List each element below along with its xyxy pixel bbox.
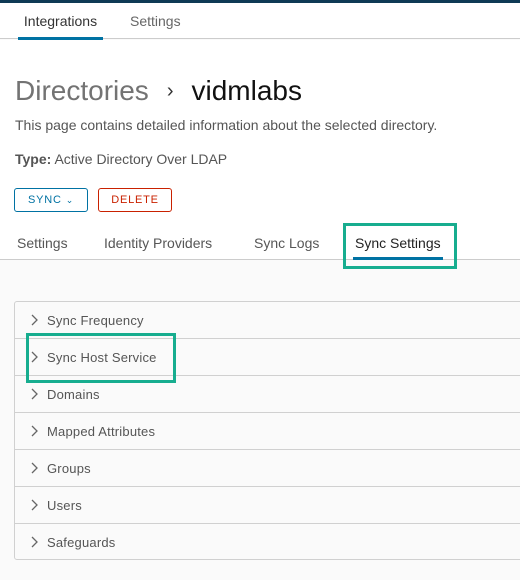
accordion-item-users[interactable]: Users	[15, 487, 520, 524]
accordion-label: Sync Frequency	[47, 313, 144, 328]
sync-button[interactable]: SYNC ⌄	[14, 188, 88, 212]
breadcrumb-directories[interactable]: Directories	[15, 75, 149, 106]
chevron-down-icon: ⌄	[65, 195, 75, 205]
chevron-right-icon	[31, 388, 38, 400]
tab-sync-logs[interactable]: Sync Logs	[254, 221, 319, 259]
directory-name: vidmlabs	[191, 75, 302, 106]
accordion-label: Mapped Attributes	[47, 424, 156, 439]
accordion-label: Groups	[47, 461, 91, 476]
tab-identity-providers[interactable]: Identity Providers	[104, 221, 212, 259]
top-nav: Integrations Settings	[0, 3, 520, 40]
page-description: This page contains detailed information …	[15, 117, 438, 133]
sync-label: SYNC	[27, 194, 62, 206]
accordion-label: Safeguards	[47, 535, 116, 550]
highlight-box-sync-settings	[343, 223, 457, 269]
chevron-right-icon	[31, 462, 38, 474]
tab-settings-directory[interactable]: Settings	[17, 221, 68, 259]
accordion-item-groups[interactable]: Groups	[15, 450, 520, 487]
tab-integrations[interactable]: Integrations	[18, 3, 103, 40]
breadcrumb-separator-icon: ›	[166, 80, 174, 102]
page-title: Directories › vidmlabs	[15, 73, 302, 112]
delete-button[interactable]: DELETE	[98, 188, 172, 212]
highlight-box-sync-host-service	[26, 333, 176, 383]
chevron-right-icon	[31, 425, 38, 437]
type-label: Type:	[15, 151, 52, 167]
directory-type: Type: Active Directory Over LDAP	[15, 151, 227, 167]
chevron-right-icon	[31, 536, 38, 548]
accordion-label: Users	[47, 498, 82, 513]
chevron-right-icon	[31, 499, 38, 511]
accordion-item-mapped-attributes[interactable]: Mapped Attributes	[15, 413, 520, 450]
chevron-right-icon	[31, 314, 38, 326]
tab-settings[interactable]: Settings	[130, 3, 181, 39]
type-value: Active Directory Over LDAP	[54, 151, 228, 167]
accordion-item-safeguards[interactable]: Safeguards	[15, 524, 520, 561]
accordion-label: Domains	[47, 387, 100, 402]
